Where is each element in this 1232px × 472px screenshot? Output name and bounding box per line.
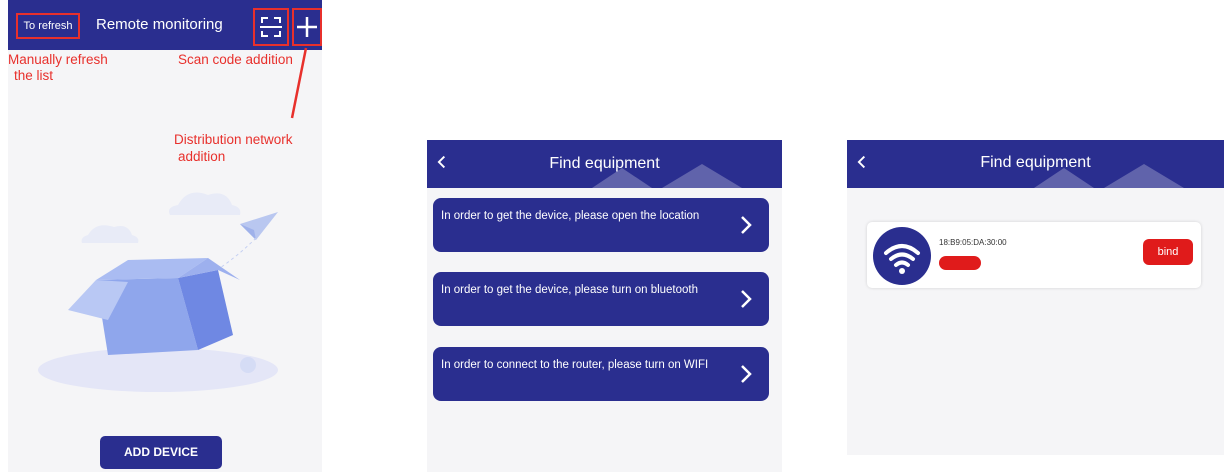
scan-button[interactable]: [253, 8, 289, 46]
page-title: Remote monitoring: [96, 16, 223, 33]
wifi-icon: [884, 244, 920, 274]
chevron-right-icon: [741, 216, 752, 234]
add-device-button[interactable]: ADD DEVICE: [100, 436, 222, 469]
find-equipment-device-screen: Find equipment 18:B9:05:DA:30:00 bind: [847, 140, 1224, 455]
bind-button[interactable]: bind: [1143, 239, 1193, 265]
add-button[interactable]: [292, 8, 322, 46]
annotation-network-line1: Distribution network: [174, 132, 293, 147]
status-badge: [939, 256, 981, 270]
annotation-refresh-line1: Manually refresh: [8, 52, 108, 67]
location-permission-item[interactable]: In order to get the device, please open …: [433, 198, 769, 252]
device-card: 18:B9:05:DA:30:00 bind: [867, 222, 1201, 288]
remote-monitoring-screen: To refresh Remote monitoring Manually re…: [8, 0, 322, 472]
refresh-button[interactable]: To refresh: [16, 13, 80, 39]
top-bar: Find equipment: [847, 140, 1224, 188]
annotation-scan: Scan code addition: [178, 52, 293, 67]
wifi-permission-item[interactable]: In order to connect to the router, pleas…: [433, 347, 769, 401]
annotation-refresh-line2: the list: [14, 68, 54, 83]
skyline-decoration: [1034, 164, 1184, 188]
device-avatar: [873, 227, 931, 285]
top-bar: Find equipment: [427, 140, 782, 188]
annotation-network-line2: addition: [178, 149, 226, 164]
scan-icon: [260, 17, 282, 37]
chevron-right-icon: [741, 365, 752, 383]
device-mac-address: 18:B9:05:DA:30:00: [939, 238, 1007, 247]
annotation-arrow: [290, 47, 308, 119]
list-item-text: In order to connect to the router, pleas…: [441, 359, 709, 371]
bluetooth-permission-item[interactable]: In order to get the device, please turn …: [433, 272, 769, 326]
empty-box-illustration: [38, 192, 278, 392]
list-item-text: In order to get the device, please turn …: [441, 284, 699, 296]
plus-icon: [297, 17, 317, 37]
skyline-decoration: [592, 164, 742, 188]
find-equipment-permissions-screen: Find equipment In order to get the devic…: [427, 140, 782, 472]
chevron-right-icon: [741, 290, 752, 308]
list-item-text: In order to get the device, please open …: [441, 210, 700, 222]
top-bar: To refresh Remote monitoring: [8, 0, 322, 50]
